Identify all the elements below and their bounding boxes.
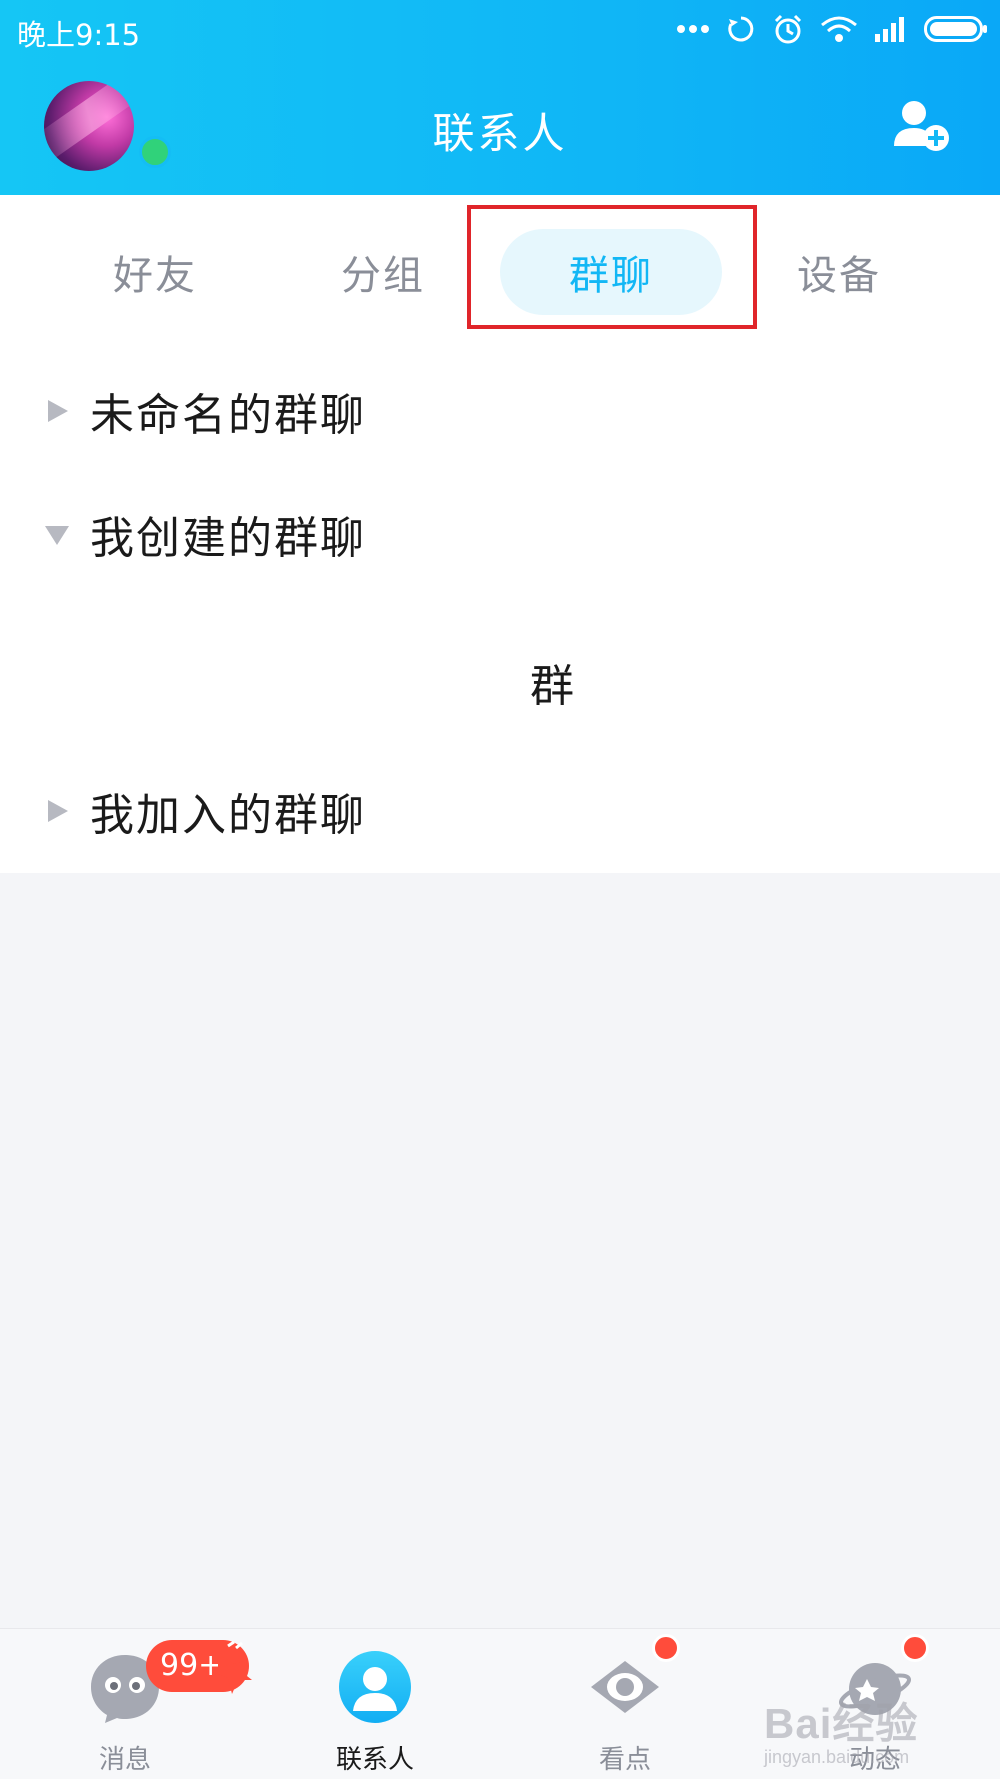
- expanded-arrow-icon: [45, 526, 69, 545]
- tab-groups[interactable]: 分组: [272, 229, 494, 315]
- top-header: 晚上9:15 联系人: [0, 0, 1000, 195]
- group-chat-list: 未命名的群聊 我创建的群聊 群 我加入的群聊: [0, 345, 1000, 873]
- group-section-label: 未命名的群聊: [90, 390, 366, 441]
- group-section-created[interactable]: 我创建的群聊: [0, 484, 1000, 584]
- nav-label: 消息: [98, 1745, 151, 1775]
- group-section-label: 我加入的群聊: [90, 790, 366, 841]
- signal-icon: [874, 16, 908, 42]
- kandian-notification-dot: [652, 1634, 680, 1662]
- status-time: 晚上9:15: [17, 18, 141, 52]
- nav-kandian[interactable]: 看点: [525, 1629, 725, 1779]
- watermark-brand: Bai经验: [764, 1700, 919, 1747]
- group-section-unnamed[interactable]: 未命名的群聊: [0, 361, 1000, 461]
- contact-tabs: 好友 分组 群聊 设备: [0, 195, 1000, 345]
- watermark-url: jingyan.baidu.com: [764, 1747, 910, 1767]
- tab-devices[interactable]: 设备: [728, 229, 950, 315]
- badge-tail-icon: [218, 1640, 252, 1694]
- more-dots-icon: [676, 24, 710, 34]
- group-section-label: 我创建的群聊: [90, 513, 366, 564]
- group-chat-name: 群: [530, 661, 574, 712]
- nav-label: 看点: [598, 1745, 651, 1775]
- contacts-icon: [339, 1651, 411, 1723]
- battery-icon: [924, 16, 988, 42]
- tab-group-chats[interactable]: 群聊: [500, 229, 722, 315]
- collapsed-arrow-icon: [48, 800, 68, 822]
- group-chat-item[interactable]: 群: [0, 640, 1000, 724]
- collapsed-arrow-icon: [48, 400, 68, 422]
- nav-label: 联系人: [335, 1745, 414, 1775]
- moments-notification-dot: [901, 1634, 929, 1662]
- tab-friends[interactable]: 好友: [44, 229, 266, 315]
- add-contact-icon[interactable]: [892, 98, 952, 154]
- alarm-icon: [772, 13, 804, 45]
- sync-icon: [726, 14, 756, 44]
- wifi-icon: [820, 15, 858, 43]
- page-title: 联系人: [432, 109, 568, 158]
- status-icons: [676, 12, 988, 46]
- watermark: Bai经验 jingyan.baidu.com: [764, 1690, 918, 1768]
- eye-icon: [591, 1661, 659, 1713]
- group-section-joined[interactable]: 我加入的群聊: [0, 761, 1000, 861]
- nav-contacts[interactable]: 联系人: [275, 1629, 475, 1779]
